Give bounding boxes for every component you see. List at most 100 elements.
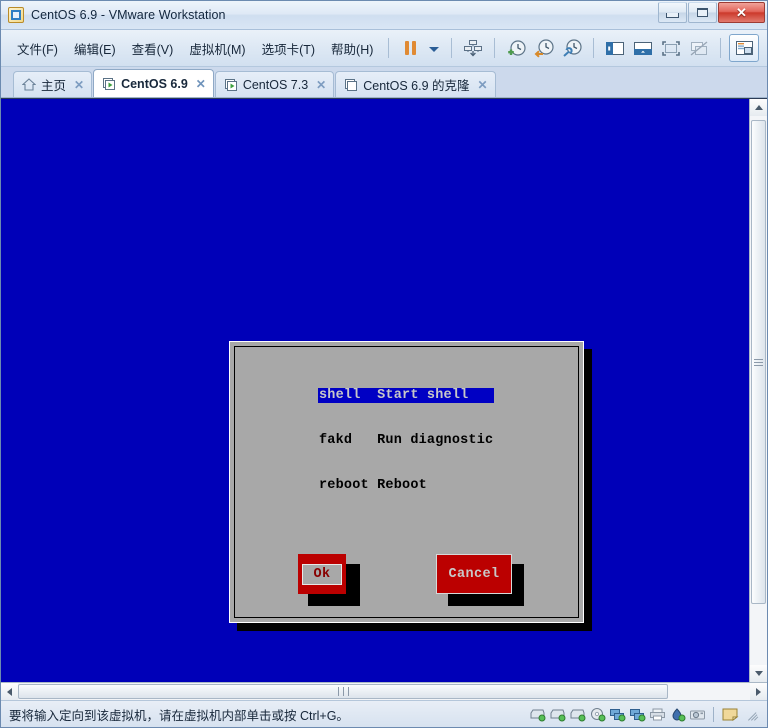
status-device-icons: [529, 701, 759, 727]
snapshot-manage-clock-icon: [563, 39, 582, 57]
menu-option-fakd[interactable]: fakd Run diagnostic: [318, 433, 494, 448]
tab-centos-69-clone-close-icon[interactable]: ✕: [478, 78, 488, 92]
dialog-menu-list: shell Start shell fakd Run diagnostic re…: [318, 358, 495, 523]
menu-view[interactable]: 查看(V): [125, 36, 181, 61]
status-cd-dvd[interactable]: [589, 707, 606, 722]
scroll-down-arrow[interactable]: [750, 665, 767, 682]
tab-centos-73[interactable]: CentOS 7.3 ✕: [214, 71, 335, 97]
scroll-up-arrow[interactable]: [750, 99, 767, 116]
status-camera[interactable]: [689, 707, 706, 722]
status-hard-disk-2[interactable]: [549, 707, 566, 722]
vm-clone-icon: [345, 78, 358, 91]
scroll-left-arrow[interactable]: [1, 683, 18, 700]
fullscreen-icon: [662, 40, 681, 56]
window-title: CentOS 6.9 - VMware Workstation: [31, 8, 226, 22]
vm-running-icon: [103, 77, 116, 90]
ok-button-face: Ok: [302, 563, 342, 585]
title-bar: CentOS 6.9 - VMware Workstation ✕: [1, 1, 767, 30]
tab-centos-69[interactable]: CentOS 6.9 ✕: [93, 69, 214, 97]
tab-strip: 主页 ✕ CentOS 6.9 ✕ CentOS 7.3 ✕ CentOS 6.…: [1, 67, 767, 98]
status-message: 要将输入定向到该虚拟机，请在虚拟机内部单击或按 Ctrl+G。: [9, 708, 349, 723]
menu-vm[interactable]: 虚拟机(M): [182, 36, 252, 61]
manage-snapshots-button[interactable]: [559, 35, 585, 61]
scroll-thumb-grip: [754, 357, 763, 368]
chevron-down-icon: [754, 671, 763, 676]
horizontal-scroll-thumb[interactable]: [18, 684, 668, 699]
restore-button[interactable]: [688, 2, 717, 23]
toolbar-separator: [388, 38, 390, 58]
tab-home[interactable]: 主页 ✕: [13, 71, 93, 97]
status-printer[interactable]: [649, 707, 666, 722]
close-button[interactable]: ✕: [718, 2, 765, 23]
status-network-adapter-1[interactable]: [609, 707, 626, 722]
dialog-cancel-button[interactable]: Cancel: [436, 554, 512, 594]
toolbar-separator: [494, 38, 496, 58]
vertical-scroll-track[interactable]: [750, 116, 767, 665]
cancel-button-face: Cancel: [436, 554, 512, 594]
status-separator: [713, 706, 714, 722]
take-snapshot-button[interactable]: [503, 35, 529, 61]
show-library-button[interactable]: [602, 35, 628, 61]
window-resize-grip[interactable]: [746, 708, 759, 721]
power-dropdown-button[interactable]: [425, 35, 443, 61]
tab-home-label: 主页: [41, 79, 67, 93]
show-thumbnail-bar-button[interactable]: [630, 35, 656, 61]
console-view-button[interactable]: [729, 34, 760, 62]
status-bar: 要将输入定向到该虚拟机，请在虚拟机内部单击或按 Ctrl+G。: [1, 700, 767, 727]
toolbar-separator: [720, 38, 722, 58]
minimize-button[interactable]: [658, 2, 687, 23]
thumbnail-bar-icon: [634, 41, 653, 55]
scroll-right-arrow[interactable]: [750, 683, 767, 700]
tab-centos-73-close-icon[interactable]: ✕: [316, 78, 326, 92]
status-network-adapter-2[interactable]: [629, 707, 646, 722]
toolbar-separator: [451, 38, 453, 58]
horizontal-scroll-track[interactable]: [18, 683, 750, 700]
dialog-ok-button[interactable]: Ok: [298, 554, 346, 594]
dialog-cancel-label: Cancel: [448, 566, 500, 582]
tab-centos-73-label: CentOS 7.3: [242, 77, 309, 92]
status-hard-disk-1[interactable]: [529, 707, 546, 722]
console-area: shell Start shell fakd Run diagnostic re…: [1, 98, 767, 682]
suspend-button[interactable]: [397, 35, 423, 61]
send-ctrl-alt-del-button[interactable]: [460, 35, 486, 61]
horizontal-scrollbar[interactable]: [1, 682, 767, 700]
dialog-button-row: Ok Cancel: [230, 552, 583, 606]
vm-running-icon: [224, 78, 237, 91]
menu-help[interactable]: 帮助(H): [324, 36, 380, 61]
vmware-icon: [8, 7, 24, 23]
minimize-icon: [666, 12, 679, 18]
tab-centos-69-clone-label: CentOS 6.9 的克隆: [363, 79, 470, 93]
tab-centos-69-clone[interactable]: CentOS 6.9 的克隆 ✕: [335, 71, 496, 97]
unity-mode-button[interactable]: [686, 35, 712, 61]
status-hard-disk-3[interactable]: [569, 707, 586, 722]
enter-fullscreen-button[interactable]: [658, 35, 684, 61]
console-view-icon: [735, 41, 753, 55]
vmware-workstation-window: CentOS 6.9 - VMware Workstation ✕ 文件(F) …: [0, 0, 768, 728]
send-keys-icon: [464, 40, 483, 57]
window-controls: ✕: [657, 2, 765, 23]
tui-dialog: shell Start shell fakd Run diagnostic re…: [229, 341, 584, 623]
revert-snapshot-button[interactable]: [531, 35, 557, 61]
chevron-right-icon: [756, 687, 761, 696]
home-icon: [22, 78, 36, 91]
snapshot-add-clock-icon: [508, 40, 526, 56]
tab-centos-69-label: CentOS 6.9: [121, 76, 188, 91]
menu-tabs[interactable]: 选项卡(T): [255, 36, 322, 61]
vm-console-screen[interactable]: shell Start shell fakd Run diagnostic re…: [1, 99, 749, 682]
snapshot-revert-clock-icon: [534, 39, 554, 58]
menu-option-reboot[interactable]: reboot Reboot: [318, 478, 494, 493]
menu-toolbar-row: 文件(F) 编辑(E) 查看(V) 虚拟机(M) 选项卡(T) 帮助(H): [1, 30, 767, 67]
dialog-ok-label: Ok: [313, 566, 331, 582]
menu-option-shell[interactable]: shell Start shell: [318, 388, 495, 403]
chevron-up-icon: [754, 105, 763, 110]
tab-centos-69-close-icon[interactable]: ✕: [196, 77, 206, 91]
toolbar-separator: [593, 38, 595, 58]
tab-home-close-icon[interactable]: ✕: [74, 78, 84, 92]
menu-file[interactable]: 文件(F): [10, 36, 65, 61]
chevron-down-icon: [429, 46, 440, 52]
status-usb[interactable]: [669, 707, 686, 722]
menu-edit[interactable]: 编辑(E): [67, 36, 123, 61]
vertical-scrollbar[interactable]: [749, 99, 767, 682]
status-notes[interactable]: [721, 707, 739, 722]
vertical-scroll-thumb[interactable]: [751, 120, 766, 604]
